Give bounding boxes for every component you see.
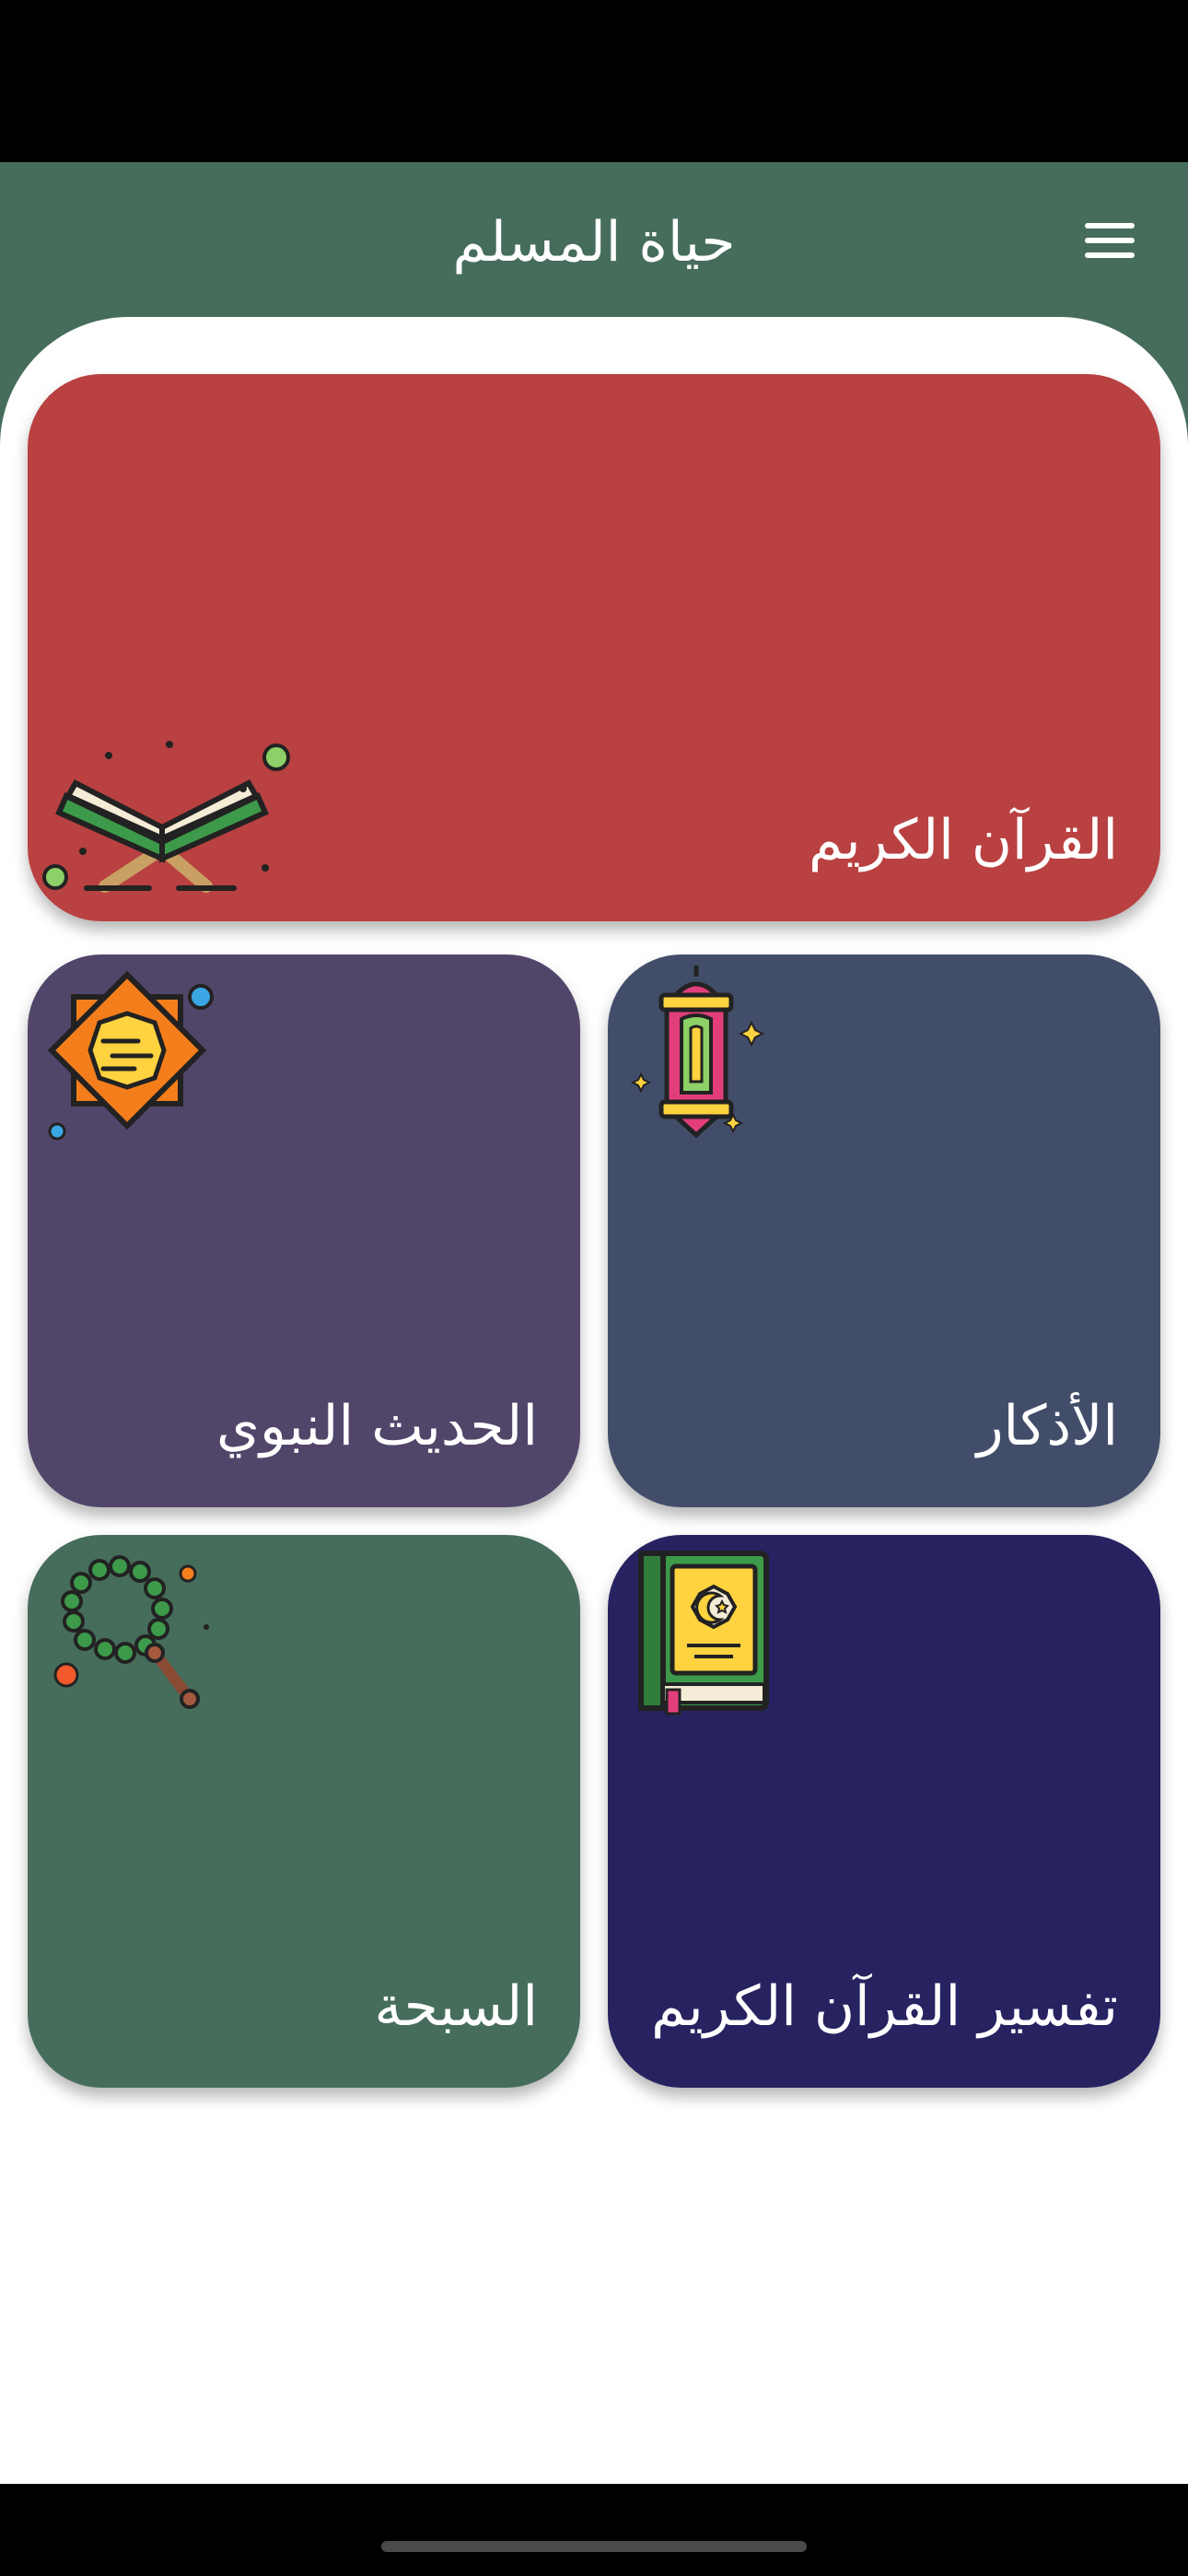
menu-icon[interactable]	[1048, 190, 1188, 291]
open-quran-on-stand-icon	[42, 741, 290, 893]
card-adhkar-label: الأذكار	[976, 1394, 1118, 1458]
card-quran-label: القرآن الكريم	[808, 808, 1118, 872]
card-hadith[interactable]: الحديث النبوي	[28, 954, 580, 1507]
card-tasbih[interactable]: السبحة	[28, 1535, 580, 2088]
app-title: حياة المسلم	[452, 210, 736, 275]
ramadan-lantern-icon	[630, 966, 765, 1139]
quran-book-icon	[638, 1551, 769, 1715]
card-tafsir-label: تفسير القرآن الكريم	[651, 1974, 1118, 2039]
card-tafsir[interactable]: تفسير القرآن الكريم	[608, 1535, 1160, 2088]
card-adhkar[interactable]: الأذكار	[608, 954, 1160, 1507]
card-quran[interactable]: القرآن الكريم	[28, 374, 1160, 921]
card-hadith-label: الحديث النبوي	[216, 1394, 538, 1458]
home-indicator[interactable]	[381, 2541, 807, 2552]
home-bar	[0, 2484, 1188, 2576]
prayer-beads-icon	[53, 1555, 209, 1709]
card-tasbih-label: السبحة	[374, 1974, 538, 2039]
star-scroll-icon	[47, 970, 214, 1141]
status-bar	[0, 0, 1188, 162]
